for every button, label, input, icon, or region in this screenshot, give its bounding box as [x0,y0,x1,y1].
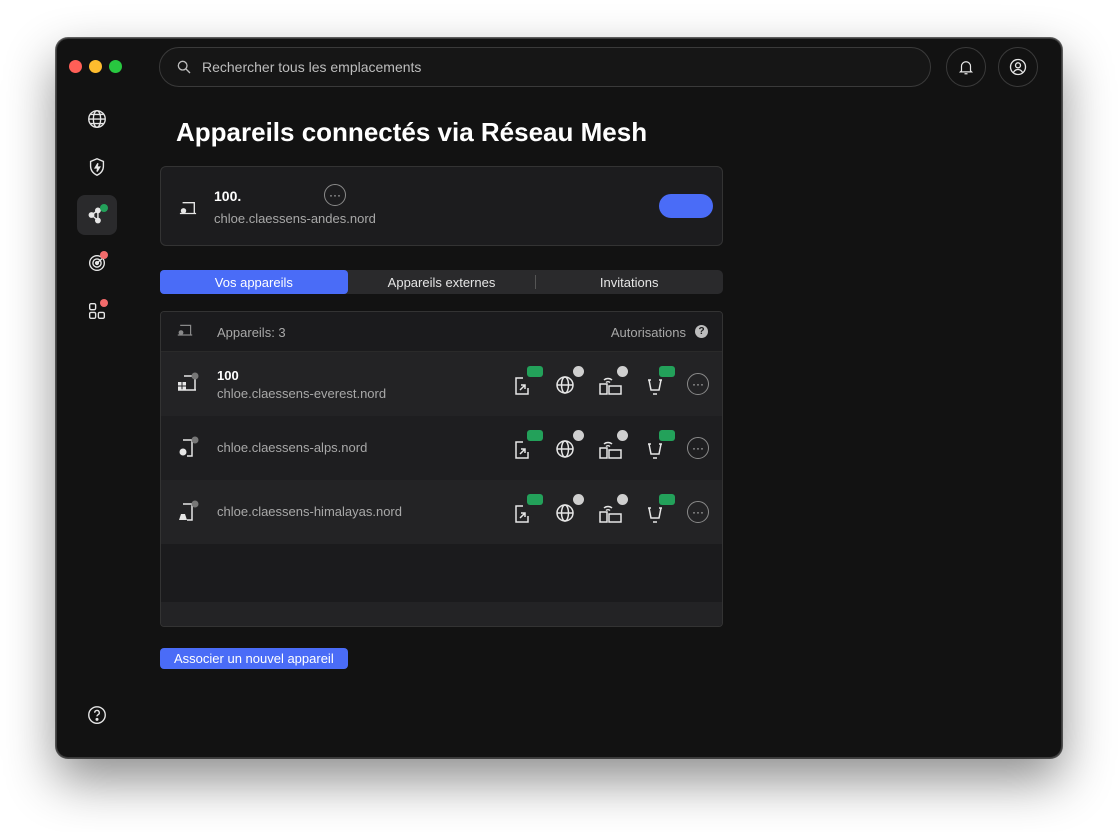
device-row[interactable]: chloe.claessens-himalayas.nord ··· [161,480,722,544]
allowed-badge [527,366,543,377]
device-hostname: chloe.claessens-himalayas.nord [217,504,402,519]
remote-access-permission[interactable] [511,430,543,462]
local-network-permission[interactable] [598,366,628,398]
denied-badge [573,366,584,377]
search-icon [177,60,191,74]
status-online-dot [100,204,108,212]
laptop-apple-icon [179,202,197,215]
file-sharing-permission[interactable] [643,366,675,398]
this-device-ip: 100. [214,188,242,204]
device-more-button[interactable]: ··· [687,373,709,395]
search-input[interactable] [202,59,902,75]
apple-device-icon [179,436,199,457]
permissions-label: Autorisations [610,325,686,340]
permissions-help-icon[interactable]: ? [695,325,708,338]
routing-permission[interactable] [554,366,584,398]
denied-badge [573,430,584,441]
device-ip: 100 [217,368,239,383]
device-list-header: Appareils: 3 Autorisations ? [161,312,722,352]
file-sharing-permission[interactable] [643,494,675,526]
tab-vos-appareils[interactable]: Vos appareils [160,270,348,294]
tab-separator [535,275,537,289]
associate-device-button[interactable]: Associer un nouvel appareil [160,648,348,669]
windows-device-icon [178,372,199,391]
shield-bolt-icon [89,158,105,177]
this-device-card: 100. ··· chloe.claessens-andes.nord [160,166,723,246]
denied-badge [573,494,584,505]
app-window: Appareils connectés via Réseau Mesh 100.… [56,38,1062,758]
bell-icon [958,61,974,75]
allowed-badge [659,430,675,441]
file-sharing-permission[interactable] [643,430,675,462]
remote-access-permission[interactable] [511,494,543,526]
device-hostname: chloe.claessens-alps.nord [217,440,368,455]
this-device-more-button[interactable]: ··· [324,184,346,206]
device-more-button[interactable]: ··· [687,437,709,459]
tab-invitations[interactable]: Invitations [535,270,723,294]
laptop-apple-icon [177,324,193,336]
sidebar-item-vpn[interactable] [77,99,117,139]
tab-appareils-externes[interactable]: Appareils externes [348,270,536,294]
device-list: Appareils: 3 Autorisations ? 100 chloe.c… [160,311,723,627]
device-more-button[interactable]: ··· [687,501,709,523]
allowed-badge [527,430,543,441]
device-count: Appareils: 3 [217,325,286,340]
notifications-button[interactable] [946,47,986,87]
list-empty-area [161,544,722,602]
alert-dot [100,299,108,307]
account-button[interactable] [998,47,1038,87]
device-hostname: chloe.claessens-everest.nord [217,386,387,401]
sidebar-item-meshnet[interactable] [77,195,117,235]
denied-badge [617,430,628,441]
allowed-badge [659,366,675,377]
alert-dot [100,251,108,259]
globe-icon [88,110,106,128]
allowed-badge [659,494,675,505]
page-title: Appareils connectés via Réseau Mesh [176,117,648,147]
denied-badge [617,494,628,505]
meshnet-toggle[interactable] [659,194,713,218]
sidebar-item-threat-protection[interactable] [77,147,117,187]
this-device-hostname: chloe.claessens-andes.nord [214,211,376,226]
routing-permission[interactable] [554,494,584,526]
minimize-window-button[interactable] [89,60,102,73]
linux-device-icon [179,500,199,521]
help-button[interactable] [77,695,117,735]
local-network-permission[interactable] [598,430,628,462]
list-footer [161,602,722,626]
search-bar[interactable] [159,47,931,87]
device-tabs: Vos appareils Appareils externes Invitat… [160,270,723,294]
device-row[interactable]: chloe.claessens-alps.nord ··· [161,416,722,480]
allowed-badge [527,494,543,505]
remote-access-permission[interactable] [511,366,543,398]
close-window-button[interactable] [69,60,82,73]
sidebar-item-dark-web-monitor[interactable] [77,243,117,283]
local-network-permission[interactable] [598,494,628,526]
sidebar-item-apps[interactable] [77,291,117,331]
denied-badge [617,366,628,377]
zoom-window-button[interactable] [109,60,122,73]
routing-permission[interactable] [554,430,584,462]
device-row[interactable]: 100 chloe.claessens-everest.nord ··· [161,352,722,416]
help-circle-icon [88,706,106,724]
user-icon [1009,58,1027,76]
tab-invitations-label: Invitations [599,274,659,290]
